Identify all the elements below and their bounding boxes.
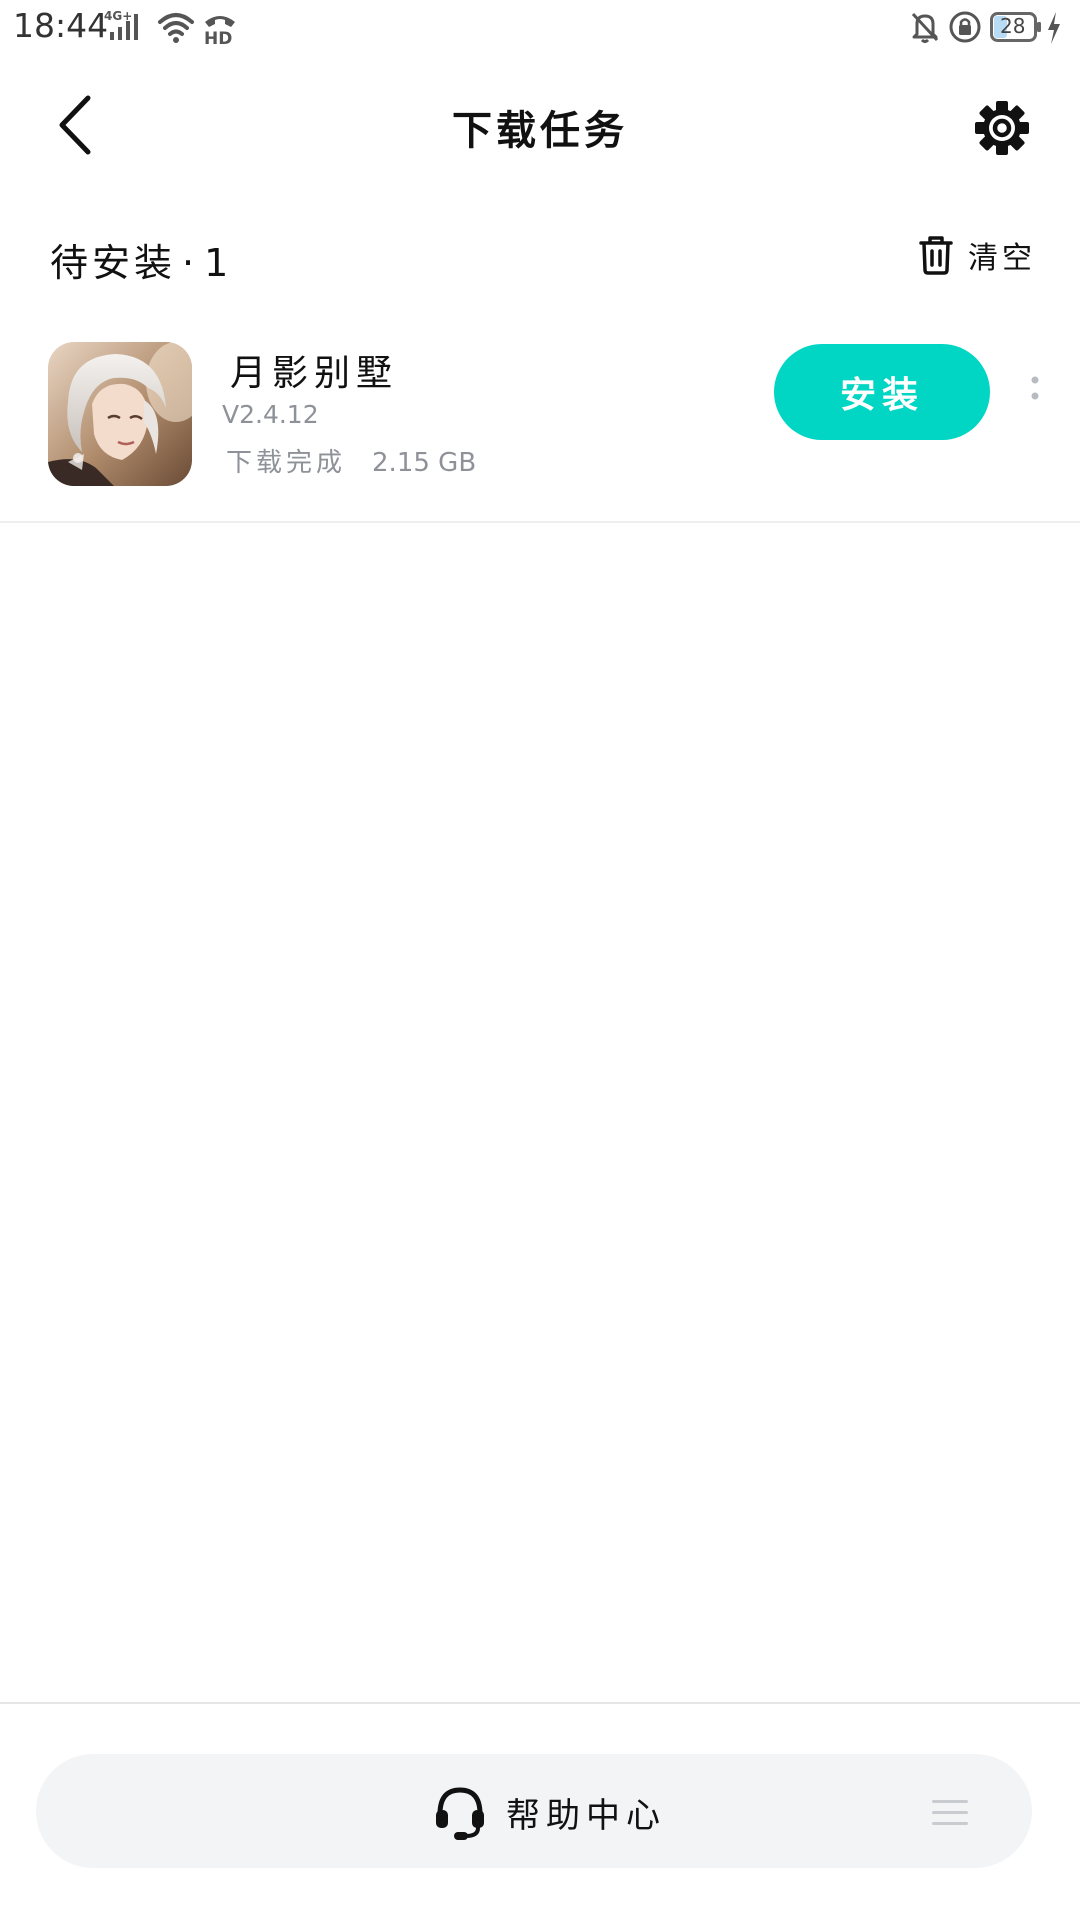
app-icon <box>48 342 192 486</box>
more-vertical-icon[interactable] <box>1024 374 1046 410</box>
help-center-bar: 帮助中心 <box>36 1754 1032 1868</box>
section-title: 待安装 · 1 <box>50 232 232 287</box>
section-title-label: 待安装 <box>50 241 177 285</box>
notifications-off-icon <box>911 12 939 43</box>
app-name: 月影别墅 <box>230 353 399 394</box>
headset-icon <box>436 1787 484 1840</box>
charging-bolt-icon <box>1048 12 1060 44</box>
hd-label: HD <box>204 29 232 46</box>
app-version: V2.4.12 <box>222 400 319 429</box>
file-size: 2.15 GB <box>372 448 477 478</box>
section-count: 1 <box>204 241 233 285</box>
download-tasks-screen: 18:44 4G+ HD 28 下载任务 待安装 · 1 清空 月影别墅 V2.… <box>0 0 1080 1920</box>
install-button[interactable]: 安装 <box>774 344 990 440</box>
status-bar: 18:44 4G+ HD 28 <box>0 0 1080 56</box>
help-center-label: 帮助中心 <box>506 1795 666 1836</box>
download-item[interactable]: 月影别墅 V2.4.12 下载完成 2.15 GB 安装 <box>0 330 1080 520</box>
wifi-icon <box>158 13 194 43</box>
clear-label: 清空 <box>968 241 1036 276</box>
settings-button[interactable] <box>972 98 1032 158</box>
hd-call-icon: HD <box>204 16 235 46</box>
rotation-lock-icon <box>949 11 981 43</box>
app-status-row: 下载完成 2.15 GB <box>226 442 476 479</box>
status-time: 18:44 <box>13 6 109 45</box>
navigation-bar: 下载任务 <box>0 60 1080 190</box>
item-divider <box>0 521 1080 523</box>
network-type-label: 4G+ <box>104 9 132 23</box>
pending-install-header: 待安装 · 1 清空 <box>0 222 1080 288</box>
download-status: 下载完成 <box>226 448 347 478</box>
status-right-icons: 28 <box>908 8 1068 48</box>
help-center-button[interactable]: 帮助中心 <box>432 1784 666 1840</box>
clear-button[interactable]: 清空 <box>918 230 1036 280</box>
bottom-divider <box>0 1702 1080 1704</box>
section-separator: · <box>182 241 199 285</box>
trash-icon <box>919 236 953 275</box>
signal-bars-icon: 4G+ <box>104 9 138 40</box>
battery-level: 28 <box>1000 14 1026 38</box>
gear-icon <box>975 101 1029 155</box>
page-title: 下载任务 <box>452 108 628 154</box>
hamburger-menu-icon[interactable] <box>930 1796 970 1830</box>
